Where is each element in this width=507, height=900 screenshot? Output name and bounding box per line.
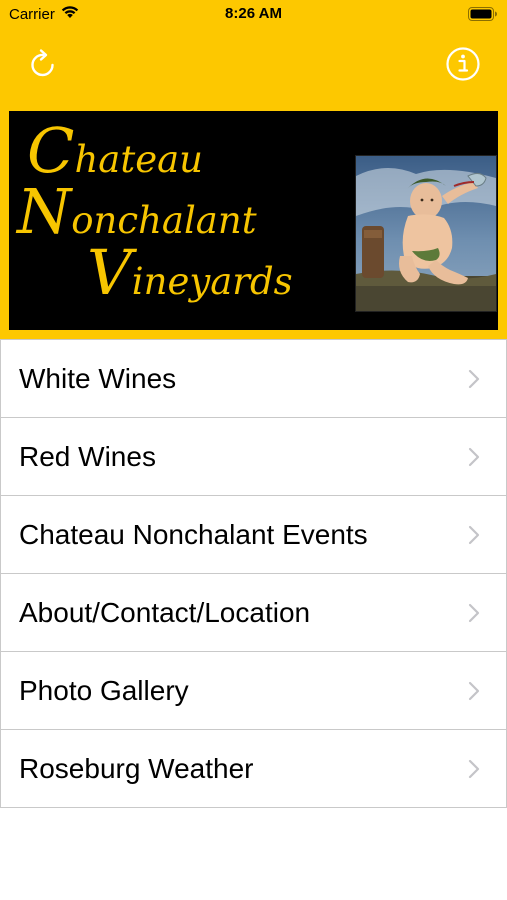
vineyard-logo-banner: Chateau Nonchalant Vineyards <box>9 111 498 330</box>
menu-item-label: Photo Gallery <box>19 675 189 706</box>
menu-item-label: Roseburg Weather <box>19 753 254 784</box>
menu-item-red-wines[interactable]: Red Wines <box>0 418 507 496</box>
status-bar: Carrier 8:26 AM <box>0 0 507 32</box>
info-button[interactable] <box>445 46 481 87</box>
chevron-right-icon <box>468 759 480 784</box>
menu-item-events[interactable]: Chateau Nonchalant Events <box>0 496 507 574</box>
info-icon <box>445 46 481 87</box>
chevron-right-icon <box>468 603 480 628</box>
menu-item-roseburg-weather[interactable]: Roseburg Weather <box>0 730 507 808</box>
menu-item-label: White Wines <box>19 363 177 394</box>
navigation-bar <box>0 32 507 103</box>
menu-item-about-contact-location[interactable]: About/Contact/Location <box>0 574 507 652</box>
menu-item-label: Red Wines <box>19 441 156 472</box>
vineyard-logo-text: Chateau Nonchalant Vineyards <box>17 120 347 309</box>
chevron-right-icon <box>468 525 480 550</box>
logo-letter-n: N <box>17 175 72 248</box>
logo-letter-v: V <box>87 236 132 309</box>
banner-frame: Chateau Nonchalant Vineyards <box>0 103 507 339</box>
bacchus-painting-image <box>355 155 497 312</box>
menu-item-label: Chateau Nonchalant Events <box>19 519 368 550</box>
menu-item-photo-gallery[interactable]: Photo Gallery <box>0 652 507 730</box>
status-time: 8:26 AM <box>225 5 282 22</box>
logo-word-chateau: hateau <box>74 138 203 181</box>
refresh-icon <box>26 47 60 86</box>
logo-word-vineyards: ineyards <box>131 260 293 303</box>
chevron-right-icon <box>468 369 480 394</box>
chevron-right-icon <box>468 681 480 706</box>
battery-icon <box>468 7 498 25</box>
menu-list: White Wines Red Wines Chateau Nonchalant… <box>0 339 507 808</box>
menu-item-label: About/Contact/Location <box>19 597 311 628</box>
refresh-button[interactable] <box>25 48 61 84</box>
menu-item-white-wines[interactable]: White Wines <box>0 340 507 418</box>
chevron-right-icon <box>468 447 480 472</box>
